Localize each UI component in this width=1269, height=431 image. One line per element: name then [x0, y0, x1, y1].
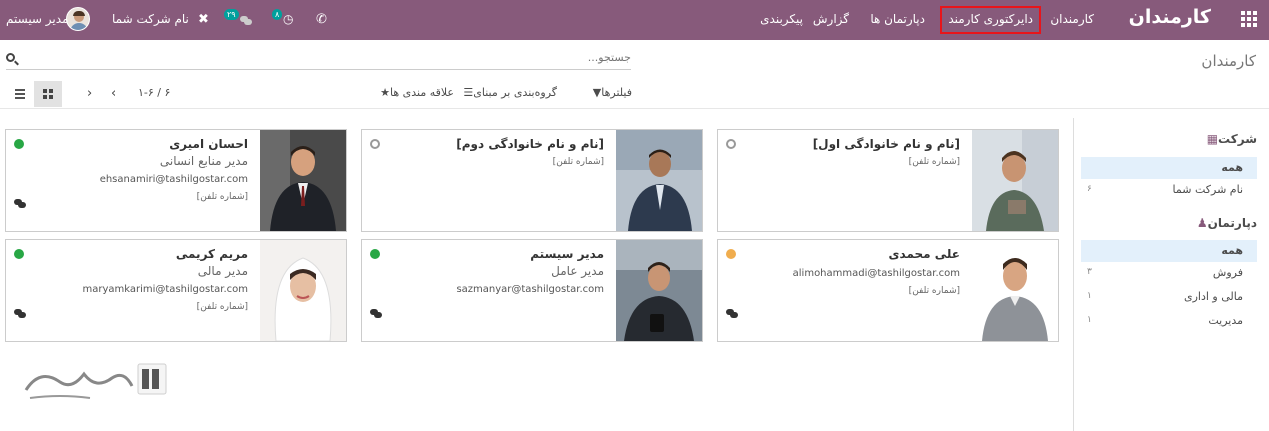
employee-card[interactable]: مدیر سیستم مدیر عامل sazmanyar@tashilgos… — [361, 239, 703, 342]
debug-tools-icon[interactable]: ✖ — [198, 12, 209, 27]
employee-card[interactable]: [نام و نام خانوادگی اول] [شماره تلفن] — [717, 129, 1059, 232]
employee-photo — [260, 240, 346, 341]
company-switcher[interactable]: نام شرکت شما — [112, 12, 189, 26]
pager-value[interactable]: ۱-۶ / ۶ — [138, 86, 170, 99]
employee-photo — [972, 130, 1058, 231]
chat-icon[interactable] — [726, 309, 738, 318]
department-filter-management[interactable]: مدیریت ۱ — [1081, 310, 1257, 332]
apps-menu-icon[interactable] — [1241, 11, 1257, 27]
list-view-button[interactable] — [6, 81, 34, 107]
department-filter-sales[interactable]: فروش ۳ — [1081, 262, 1257, 284]
phone-icon[interactable]: ✆ — [316, 12, 327, 27]
user-menu[interactable]: مدیر سیستم — [6, 12, 69, 26]
filter-icon: ▼ — [592, 86, 602, 99]
employee-card[interactable]: احسان امیری مدیر منابع انسانی ehsanamiri… — [5, 129, 347, 232]
pager-previous-icon[interactable]: ‹ — [111, 86, 116, 101]
kanban-view-button[interactable] — [34, 81, 62, 107]
kanban-view-icon — [43, 89, 53, 99]
employee-phone: [شماره تلفن] — [908, 286, 960, 296]
menu-configuration[interactable]: پیکربندی — [760, 12, 803, 26]
employee-name[interactable]: [نام و نام خانوادگی اول] — [813, 137, 960, 151]
employee-email[interactable]: alimohammadi@tashilgostar.com — [793, 268, 960, 279]
presence-status-icon — [370, 249, 380, 259]
chat-icon[interactable] — [14, 199, 26, 208]
chat-icon[interactable] — [14, 309, 26, 318]
page-title: کارمندان — [1201, 52, 1256, 70]
activity-badge: ۸ — [272, 9, 283, 20]
department-filter-all[interactable]: همه — [1081, 240, 1257, 262]
clock-icon[interactable]: ◷ — [283, 12, 293, 26]
control-panel-divider — [0, 108, 1269, 109]
presence-status-icon — [370, 139, 380, 149]
presence-status-icon — [726, 139, 736, 149]
employee-photo — [616, 130, 702, 231]
employee-card[interactable]: مریم کریمی مدیر مالی maryamkarimi@tashil… — [5, 239, 347, 342]
menu-reporting[interactable]: گزارش — [813, 12, 849, 26]
employee-job-title: مدیر عامل — [551, 264, 604, 278]
messages-badge: ۲۹ — [224, 9, 239, 20]
employee-name[interactable]: احسان امیری — [169, 137, 248, 151]
employee-phone: [شماره تلفن] — [552, 157, 604, 167]
employee-job-title: مدیر مالی — [197, 264, 248, 278]
menu-employees[interactable]: کارمندان — [1050, 12, 1094, 26]
presence-status-icon — [726, 249, 736, 259]
employee-email[interactable]: sazmanyar@tashilgostar.com — [456, 284, 604, 295]
chat-icon[interactable] — [370, 309, 382, 318]
employee-card[interactable]: علی محمدی alimohammadi@tashilgostar.com … — [717, 239, 1059, 342]
employee-name[interactable]: مریم کریمی — [176, 247, 248, 261]
search-icon[interactable] — [6, 53, 15, 62]
employee-phone: [شماره تلفن] — [196, 302, 248, 312]
presence-status-icon — [14, 249, 24, 259]
department-filter-heading: ♟دپارتمان — [1196, 216, 1257, 230]
employee-photo — [260, 130, 346, 231]
company-filter-item[interactable]: نام شرکت شما ۶ — [1081, 179, 1257, 201]
top-navbar: کارمندان کارمندان دایرکتوری کارمند دپارت… — [0, 0, 1269, 40]
star-icon: ★ — [380, 86, 390, 99]
sidebar-divider — [1073, 118, 1074, 431]
building-icon: ▦ — [1206, 132, 1219, 146]
employee-photo — [616, 240, 702, 341]
users-icon: ♟ — [1196, 216, 1208, 230]
list-view-icon — [15, 89, 25, 99]
search-bar — [6, 49, 631, 70]
pager-next-icon[interactable]: › — [87, 86, 92, 101]
employee-name[interactable]: علی محمدی — [889, 247, 960, 261]
menu-employee-directory[interactable]: دایرکتوری کارمند — [940, 6, 1041, 34]
department-filter-finance[interactable]: مالی و اداری ۱ — [1081, 286, 1257, 308]
employee-job-title: مدیر منابع انسانی — [159, 154, 248, 168]
app-brand[interactable]: کارمندان — [1129, 6, 1211, 28]
user-avatar[interactable] — [66, 7, 90, 31]
messages-icon[interactable] — [240, 14, 252, 29]
employee-photo — [972, 240, 1058, 341]
employee-email[interactable]: maryamkarimi@tashilgostar.com — [82, 284, 248, 295]
favorites-button[interactable]: ★علاقه مندی ها — [377, 86, 454, 99]
search-input[interactable] — [31, 51, 631, 64]
menu-departments[interactable]: دپارتمان ها — [870, 12, 925, 26]
employee-card[interactable]: [نام و نام خانوادگی دوم] [شماره تلفن] — [361, 129, 703, 232]
employee-name[interactable]: مدیر سیستم — [530, 247, 604, 261]
watermark-logo — [20, 360, 170, 411]
employee-phone: [شماره تلفن] — [196, 192, 248, 202]
presence-status-icon — [14, 139, 24, 149]
filters-button[interactable]: ▼فیلترها — [590, 86, 632, 99]
employee-email[interactable]: ehsanamiri@tashilgostar.com — [100, 174, 248, 185]
employee-name[interactable]: [نام و نام خانوادگی دوم] — [456, 137, 604, 151]
employee-phone: [شماره تلفن] — [908, 157, 960, 167]
groupby-button[interactable]: ☰گروه‌بندی بر مبنای — [460, 86, 557, 99]
list-icon: ☰ — [463, 86, 474, 99]
company-filter-all[interactable]: همه — [1081, 157, 1257, 179]
company-filter-heading: ▦شرکت — [1206, 132, 1257, 146]
